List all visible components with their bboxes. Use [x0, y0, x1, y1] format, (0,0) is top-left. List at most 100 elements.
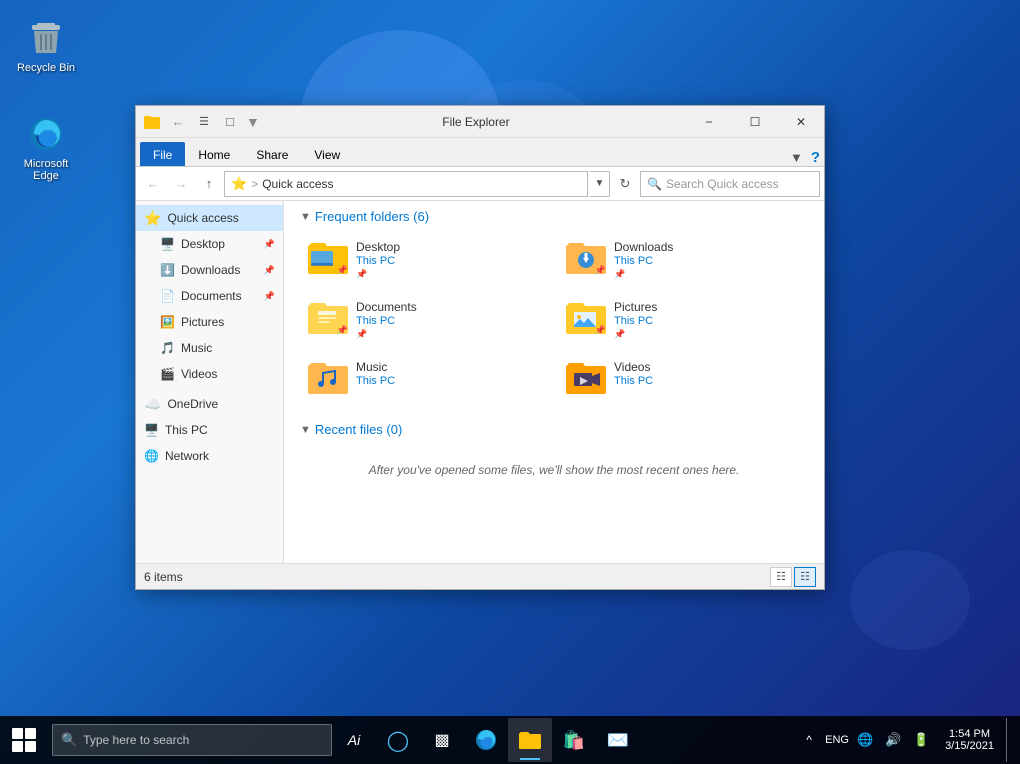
frequent-folders-header[interactable]: ▼ Frequent folders (6): [300, 209, 808, 224]
nav-item-pictures[interactable]: 🖼️ Pictures: [136, 309, 283, 335]
folder-item-videos[interactable]: Videos This PC: [558, 354, 808, 402]
downloads-folder-icon: 📌: [566, 240, 606, 276]
taskbar-task-view[interactable]: ▩: [420, 718, 464, 762]
recycle-bin-image: [26, 18, 66, 58]
folder-item-music[interactable]: Music This PC: [300, 354, 550, 402]
recycle-bin-label: Recycle Bin: [17, 62, 75, 74]
desktop: Recycle Bin Microsoft Edge ← ☰: [0, 0, 1020, 764]
taskbar-search-input[interactable]: [83, 733, 323, 747]
nav-item-desktop[interactable]: 🖥️ Desktop 📌: [136, 231, 283, 257]
nav-item-quick-access[interactable]: ⭐ Quick access: [136, 205, 283, 231]
folder-item-documents[interactable]: 📌 Documents This PC 📌: [300, 294, 550, 346]
nav-item-documents[interactable]: 📄 Documents 📌: [136, 283, 283, 309]
path-text: Quick access: [262, 177, 333, 191]
taskbar-cortana[interactable]: ◯: [376, 718, 420, 762]
music-folder-location: This PC: [356, 375, 542, 387]
microsoft-edge-desktop-icon[interactable]: Microsoft Edge: [10, 110, 82, 186]
downloads-folder-name: Downloads: [614, 240, 800, 254]
tray-battery[interactable]: 🔋: [909, 718, 933, 762]
tab-share[interactable]: Share: [243, 142, 301, 166]
nav-item-downloads[interactable]: ⬇️ Downloads 📌: [136, 257, 283, 283]
desktop-folder-name: Desktop: [356, 240, 542, 254]
details-view-button[interactable]: ☷: [770, 567, 792, 587]
tray-volume[interactable]: 🔊: [881, 718, 905, 762]
ribbon-tabs: File Home Share View ▼ ?: [136, 138, 824, 166]
view-buttons: ☷ ☷: [770, 567, 816, 587]
nav-quick-access-label: Quick access: [167, 211, 275, 225]
documents-folder-icon: 📌: [308, 300, 348, 336]
status-bar: 6 items ☷ ☷: [136, 563, 824, 589]
nav-item-this-pc[interactable]: 🖥️ This PC: [136, 417, 283, 443]
properties-tb[interactable]: ☰: [192, 110, 216, 134]
tray-clock[interactable]: 1:54 PM 3/15/2021: [937, 718, 1002, 762]
file-explorer-window: ← ☰ □ ▼ File Explorer − ☐ ✕ File Home Sh…: [135, 105, 825, 590]
tray-show-hidden[interactable]: ^: [797, 718, 821, 762]
back-button[interactable]: ←: [140, 171, 166, 197]
large-icons-view-button[interactable]: ☷: [794, 567, 816, 587]
desktop-nav-icon: 🖥️: [160, 237, 175, 251]
nav-onedrive-label: OneDrive: [167, 397, 275, 411]
documents-pin: 📌: [337, 325, 348, 336]
close-button[interactable]: ✕: [778, 106, 824, 138]
start-button[interactable]: [0, 716, 48, 764]
downloads-folder-info: Downloads This PC 📌: [614, 240, 800, 280]
titlebar: ← ☰ □ ▼ File Explorer − ☐ ✕: [136, 106, 824, 138]
recent-files-header[interactable]: ▼ Recent files (0): [300, 422, 808, 437]
taskbar-mail[interactable]: ✉️: [596, 718, 640, 762]
nav-item-music[interactable]: 🎵 Music: [136, 335, 283, 361]
tab-home[interactable]: Home: [185, 142, 243, 166]
taskbar-store[interactable]: 🛍️: [552, 718, 596, 762]
folder-item-downloads[interactable]: 📌 Downloads This PC 📌: [558, 234, 808, 286]
maximize-button[interactable]: ☐: [732, 106, 778, 138]
taskbar-search-icon: 🔍: [61, 732, 77, 748]
music-folder-name: Music: [356, 360, 542, 374]
nav-item-videos[interactable]: 🎬 Videos: [136, 361, 283, 387]
pictures-folder-location: This PC: [614, 315, 800, 327]
search-input[interactable]: [666, 177, 813, 191]
address-path[interactable]: ⭐ > Quick access: [224, 171, 588, 197]
downloads-nav-icon: ⬇️: [160, 263, 175, 277]
folder-item-desktop[interactable]: 📌 Desktop This PC 📌: [300, 234, 550, 286]
refresh-button[interactable]: ↻: [612, 171, 638, 197]
taskbar-file-explorer[interactable]: [508, 718, 552, 762]
recent-files-empty: After you've opened some files, we'll sh…: [300, 447, 808, 493]
taskbar-edge[interactable]: [464, 718, 508, 762]
frequent-chevron: ▼: [300, 211, 311, 223]
taskbar-search[interactable]: 🔍: [52, 724, 332, 756]
forward-button[interactable]: →: [168, 171, 194, 197]
documents-folder-name: Documents: [356, 300, 542, 314]
network-nav-icon: 🌐: [144, 449, 159, 463]
recycle-bin-icon[interactable]: Recycle Bin: [10, 14, 82, 78]
tab-view[interactable]: View: [301, 142, 353, 166]
back-arrow-tb[interactable]: ←: [166, 110, 190, 134]
up-button[interactable]: ↑: [196, 171, 222, 197]
documents-folder-pin: 📌: [356, 329, 542, 340]
ai-button[interactable]: Ai: [332, 718, 376, 762]
tray-language[interactable]: ENG: [825, 718, 849, 762]
recent-files-title: Recent files (0): [315, 422, 402, 437]
ribbon: File Home Share View ▼ ?: [136, 138, 824, 167]
path-dropdown[interactable]: ▼: [590, 171, 610, 197]
downloads-folder-location: This PC: [614, 255, 800, 267]
nav-network-label: Network: [165, 449, 275, 463]
videos-nav-icon: 🎬: [160, 367, 175, 381]
frequent-folders-title: Frequent folders (6): [315, 209, 429, 224]
folder-icon-tb: [140, 110, 164, 134]
search-box[interactable]: 🔍: [640, 171, 820, 197]
videos-folder-icon: [566, 360, 606, 396]
folder-item-pictures[interactable]: 📌 Pictures This PC 📌: [558, 294, 808, 346]
titlebar-toolbar: ← ☰ □ ▼: [136, 110, 266, 134]
help-button[interactable]: ?: [811, 149, 820, 166]
content-area: ⭐ Quick access 🖥️ Desktop 📌 ⬇️ Downloads…: [136, 201, 824, 563]
nav-item-network[interactable]: 🌐 Network: [136, 443, 283, 469]
tab-file[interactable]: File: [140, 142, 185, 166]
edge-image: [26, 114, 66, 154]
show-desktop[interactable]: [1006, 718, 1012, 762]
nav-item-onedrive[interactable]: ☁️ OneDrive: [136, 391, 283, 417]
new-folder-tb[interactable]: □: [218, 110, 242, 134]
minimize-button[interactable]: −: [686, 106, 732, 138]
collapse-arrow[interactable]: ▼: [790, 150, 803, 165]
tray-network[interactable]: 🌐: [853, 718, 877, 762]
window-title: File Explorer: [266, 115, 686, 129]
taskbar: 🔍 Ai ◯ ▩: [0, 716, 1020, 764]
